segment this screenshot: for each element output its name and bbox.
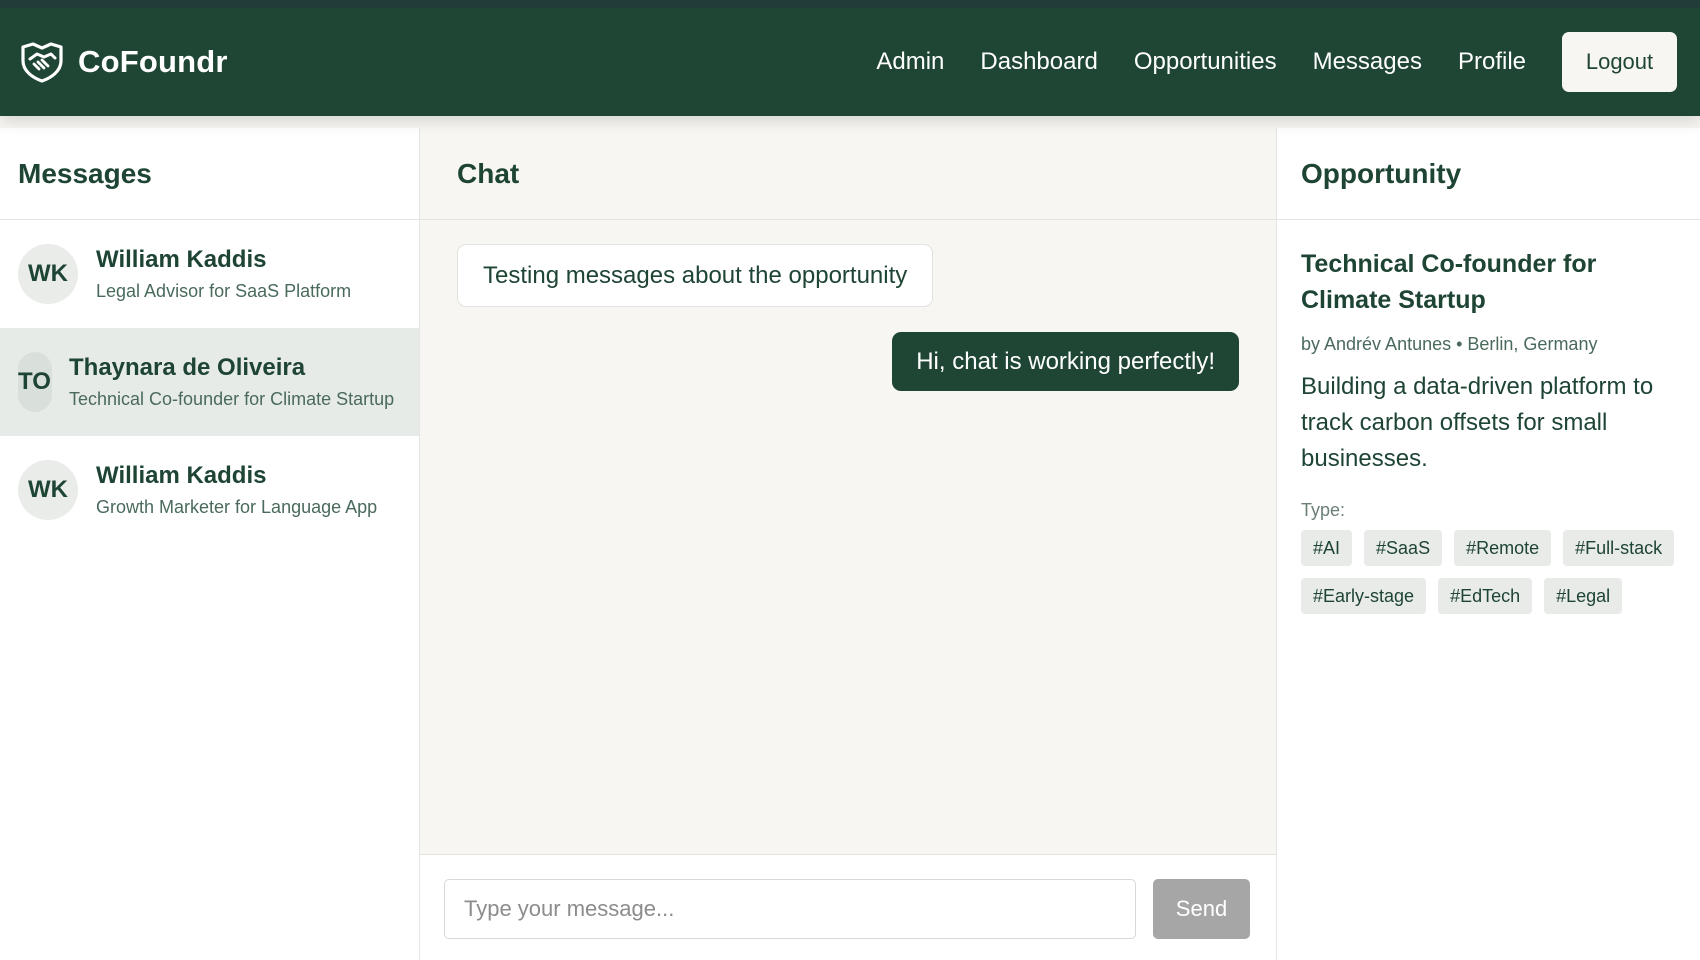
conversation-name: Thaynara de Oliveira [69, 354, 306, 381]
conversation-name: William Kaddis [96, 246, 267, 273]
handshake-shield-icon [18, 40, 66, 84]
conversation-subtitle: Legal Advisor for SaaS Platform [96, 281, 352, 301]
opportunity-description: Building a data-driven platform to track… [1301, 373, 1654, 472]
tag: #SaaS [1364, 530, 1443, 566]
opportunity-title: Technical Co-founder for Climate Startup [1301, 250, 1597, 314]
nav-profile[interactable]: Profile [1458, 48, 1526, 76]
avatar: WK [18, 244, 78, 304]
tag: #AI [1301, 530, 1353, 566]
opportunity-details: Technical Co-founder for Climate Startup… [1277, 220, 1700, 626]
main-nav: Admin Dashboard Opportunities Messages P… [876, 32, 1677, 92]
avatar: WK [18, 460, 78, 520]
nav-admin[interactable]: Admin [876, 48, 944, 76]
brand-name: CoFoundr [78, 44, 228, 79]
opportunity-panel: Opportunity Technical Co-founder for Cli… [1276, 128, 1700, 960]
conversation-name: William Kaddis [96, 462, 267, 489]
messages-panel: Messages WK William Kaddis Legal Advisor… [0, 128, 420, 960]
conversation-item-thaynara-de-oliveira[interactable]: TO Thaynara de Oliveira Technical Co-fou… [0, 328, 419, 436]
conversation-text: William Kaddis Legal Advisor for SaaS Pl… [96, 246, 351, 302]
conversation-text: Thaynara de Oliveira Technical Co-founde… [69, 354, 394, 410]
chat-panel: Chat Testing messages about the opportun… [420, 128, 1276, 960]
tag: #Early-stage [1301, 578, 1427, 614]
chat-panel-title: Chat [420, 128, 1276, 220]
opportunity-type-label: Type: [1301, 500, 1346, 520]
top-navbar: CoFoundr Admin Dashboard Opportunities M… [0, 0, 1700, 116]
nav-messages[interactable]: Messages [1313, 48, 1422, 76]
tag: #EdTech [1438, 578, 1533, 614]
opportunity-tags: #AI #SaaS #Remote #Full-stack #Early-sta… [1301, 530, 1691, 626]
logout-button[interactable]: Logout [1562, 32, 1677, 92]
conversation-subtitle: Technical Co-founder for Climate Startup [69, 389, 395, 409]
brand[interactable]: CoFoundr [18, 40, 228, 84]
nav-opportunities[interactable]: Opportunities [1134, 48, 1277, 76]
messages-panel-title: Messages [0, 128, 419, 220]
conversation-text: William Kaddis Growth Marketer for Langu… [96, 462, 377, 518]
tag: #Remote [1454, 530, 1552, 566]
conversation-item-william-kaddis-growth[interactable]: WK William Kaddis Growth Marketer for La… [0, 436, 419, 544]
nav-dashboard[interactable]: Dashboard [980, 48, 1097, 76]
message-input[interactable] [444, 879, 1136, 939]
conversation-item-william-kaddis-legal[interactable]: WK William Kaddis Legal Advisor for SaaS… [0, 220, 419, 328]
avatar: TO [18, 352, 52, 412]
send-button[interactable]: Send [1153, 879, 1250, 939]
opportunity-panel-title: Opportunity [1277, 128, 1700, 220]
message-list[interactable]: Testing messages about the opportunity H… [420, 220, 1276, 854]
incoming-message: Testing messages about the opportunity [457, 244, 934, 307]
opportunity-meta: by Andrév Antunes • Berlin, Germany [1301, 334, 1598, 354]
conversation-subtitle: Growth Marketer for Language App [96, 497, 378, 517]
message-composer: Send [420, 854, 1276, 960]
tag: #Legal [1544, 578, 1623, 614]
tag: #Full-stack [1563, 530, 1675, 566]
outgoing-message: Hi, chat is working perfectly! [892, 332, 1239, 391]
